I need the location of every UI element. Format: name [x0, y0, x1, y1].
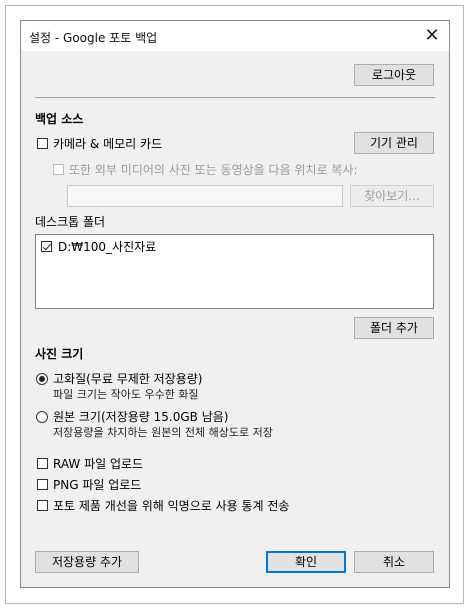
high-quality-radio[interactable] — [36, 373, 48, 385]
close-icon[interactable]: ✕ — [421, 25, 443, 47]
high-quality-desc: 파일 크기는 작아도 우수한 화질 — [53, 388, 199, 401]
raw-upload-checkbox[interactable] — [37, 458, 48, 469]
photo-size-heading: 사진 크기 — [35, 347, 84, 361]
camera-card-checkbox[interactable] — [37, 138, 48, 149]
folder-list[interactable]: D:₩100_사진자료 — [35, 234, 434, 309]
folder-item-label: D:₩100_사진자료 — [58, 240, 157, 254]
browse-button[interactable]: 찾아보기... — [350, 185, 434, 207]
manage-devices-button[interactable]: 기기 관리 — [354, 132, 434, 154]
camera-card-label: 카메라 & 메모리 카드 — [53, 137, 163, 151]
usage-stats-checkbox[interactable] — [37, 500, 48, 511]
logout-button[interactable]: 로그아웃 — [354, 64, 434, 86]
original-size-radio[interactable] — [36, 411, 48, 423]
add-storage-button[interactable]: 저장용량 추가 — [35, 551, 139, 573]
raw-upload-label: RAW 파일 업로드 — [53, 457, 144, 471]
external-media-checkbox[interactable] — [53, 164, 64, 175]
add-folder-button[interactable]: 폴더 추가 — [354, 317, 434, 339]
settings-dialog: 설정 - Google 포토 백업 ✕ 로그아웃 백업 소스 카메라 & 메모리… — [20, 20, 450, 588]
original-size-label: 원본 크기(저장용량 15.0GB 남음) — [53, 410, 229, 424]
png-upload-checkbox[interactable] — [37, 479, 48, 490]
external-media-label: 또한 외부 미디어의 사진 또는 동영상을 다음 위치로 복사: — [69, 163, 358, 177]
copy-path-field[interactable] — [67, 185, 343, 207]
ok-button[interactable]: 확인 — [266, 551, 346, 573]
desktop-folders-heading: 데스크톱 폴더 — [35, 215, 106, 229]
folder-item-checkbox[interactable] — [41, 241, 52, 252]
title-bar: 설정 - Google 포토 백업 ✕ — [21, 21, 449, 51]
png-upload-label: PNG 파일 업로드 — [53, 478, 142, 492]
original-size-desc: 저장용량을 차지하는 원본의 전체 해상도로 저장 — [53, 426, 273, 439]
section-divider — [35, 97, 435, 98]
cancel-button[interactable]: 취소 — [354, 551, 434, 573]
backup-source-heading: 백업 소스 — [35, 112, 84, 126]
high-quality-label: 고화질(무료 무제한 저장용량) — [53, 372, 203, 386]
window-title: 설정 - Google 포토 백업 — [29, 31, 158, 45]
usage-stats-label: 포토 제품 개선을 위해 익명으로 사용 통계 전송 — [53, 499, 290, 513]
